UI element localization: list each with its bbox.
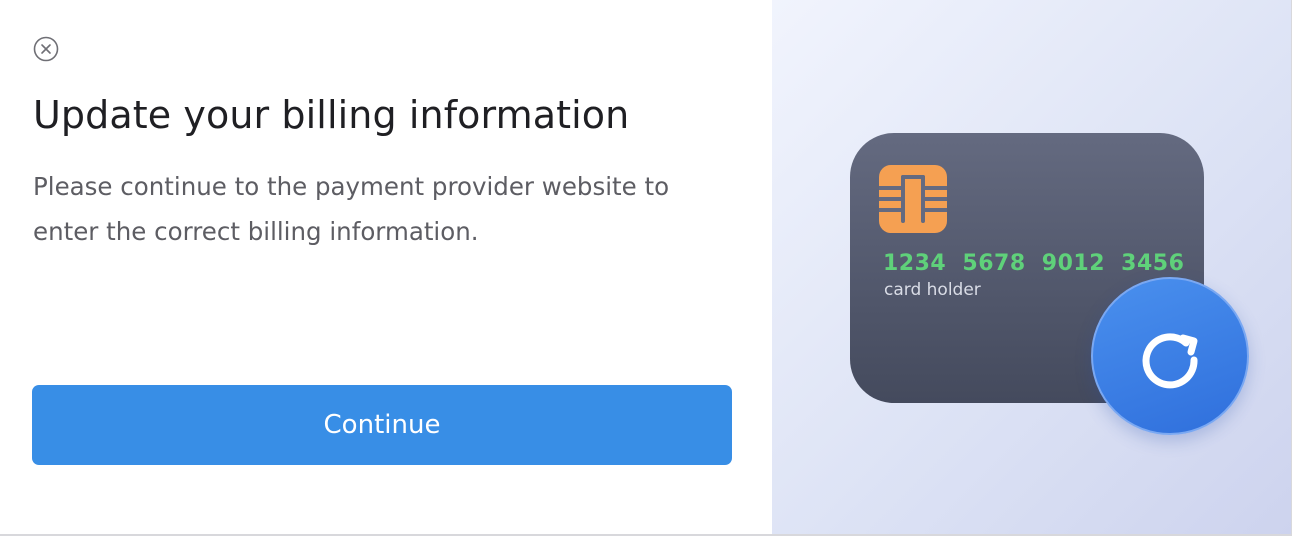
close-icon[interactable] [33, 36, 59, 62]
continue-button[interactable]: Continue [32, 385, 732, 465]
card-number: 1234 5678 9012 3456 [883, 251, 1185, 276]
illustration-panel: 1234 5678 9012 3456 card holder [772, 0, 1291, 534]
card-holder-label: card holder [884, 280, 981, 300]
billing-dialog: Update your billing information Please c… [0, 0, 1292, 536]
card-chip-icon [877, 165, 949, 233]
dialog-title: Update your billing information [33, 93, 630, 137]
dialog-content-panel: Update your billing information Please c… [0, 0, 772, 534]
dialog-description: Please continue to the payment provider … [33, 172, 670, 246]
refresh-icon [1091, 277, 1249, 435]
